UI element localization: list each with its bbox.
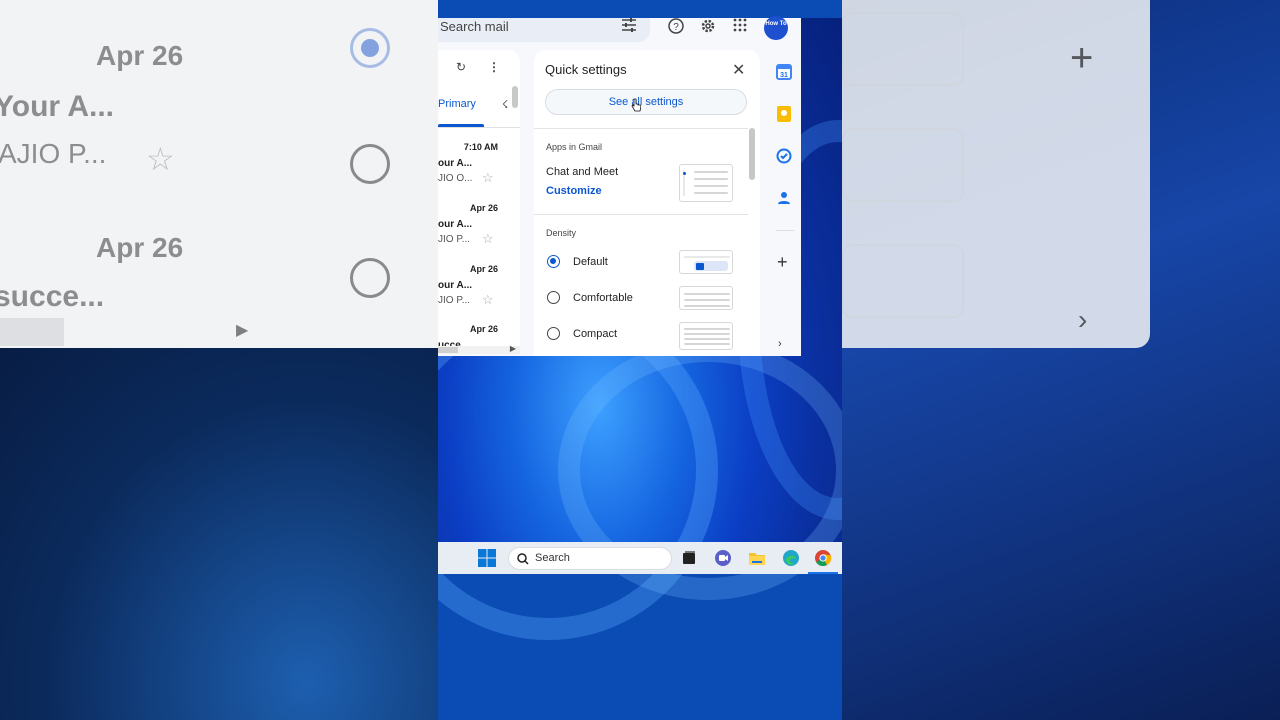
- mail-date: Apr 26: [469, 264, 498, 274]
- taskbar-search-label: Search: [535, 552, 570, 564]
- svg-text:?: ?: [673, 22, 679, 33]
- blurred-radio-icon: [350, 258, 390, 298]
- file-explorer-icon[interactable]: [748, 549, 766, 567]
- density-comfortable-radio[interactable]: [547, 291, 560, 304]
- mail-row[interactable]: 7:10 AM our A... JIO O... ☆: [438, 142, 508, 202]
- mail-list: ↻ ⋮ Primary ☇ 7:10 AM our A... JIO O... …: [438, 50, 520, 354]
- star-icon[interactable]: ☆: [482, 170, 494, 186]
- density-default-radio[interactable]: [547, 255, 560, 268]
- filter-icon[interactable]: [619, 18, 639, 36]
- calendar-icon[interactable]: 31: [774, 62, 794, 82]
- blurred-scrollbar: [0, 318, 64, 346]
- tasks-icon[interactable]: [774, 146, 794, 166]
- mail-snippet: JIO P...: [438, 234, 471, 245]
- search-input[interactable]: Search mail: [440, 19, 509, 34]
- mail-date: 7:10 AM: [463, 142, 498, 152]
- chat-meet-preview: [679, 164, 733, 202]
- mail-sender: our A...: [438, 158, 473, 169]
- blurred-sender: succe...: [0, 280, 105, 313]
- chat-meet-label: Chat and Meet: [546, 166, 619, 178]
- blurred-radio-icon: [350, 28, 390, 68]
- close-icon[interactable]: ✕: [732, 60, 745, 80]
- blurred-sender: Your A...: [0, 90, 114, 123]
- apps-grid-icon[interactable]: [730, 18, 750, 36]
- search-icon: [517, 553, 529, 565]
- chrome-icon[interactable]: [814, 549, 832, 567]
- blurred-thumbnail: [842, 128, 964, 202]
- plus-icon[interactable]: +: [777, 252, 788, 273]
- tab-primary[interactable]: Primary: [438, 98, 476, 110]
- blurred-background-right: + ›: [842, 0, 1280, 720]
- mail-row[interactable]: Apr 26 our A... JIO P... ☆: [438, 203, 508, 263]
- density-compact-radio[interactable]: [547, 327, 560, 340]
- blurred-thumbnail: [842, 244, 964, 318]
- density-label: Density: [546, 228, 577, 238]
- divider: [534, 128, 748, 129]
- chevron-right-icon[interactable]: ›: [778, 338, 782, 350]
- blurred-arrow-icon: ▶: [236, 322, 249, 339]
- mail-sender: our A...: [438, 280, 473, 291]
- mail-sender: our A...: [438, 219, 473, 230]
- mail-row[interactable]: Apr 26 our A... JIO P... ☆: [438, 264, 508, 324]
- task-view-icon[interactable]: [680, 549, 698, 567]
- blurred-plus-icon: +: [1070, 36, 1094, 80]
- blurred-date: Apr 26: [96, 40, 184, 71]
- star-icon[interactable]: ☆: [482, 292, 494, 308]
- scroll-right-icon[interactable]: ▶: [510, 344, 516, 353]
- mail-date: Apr 26: [469, 324, 498, 334]
- blurred-star-icon: ☆: [146, 141, 175, 177]
- mail-list-scrollbar[interactable]: [512, 86, 518, 108]
- phone-screen: Search mail ? How To ↻ ⋮ Primary ☇ 7:10 …: [438, 0, 842, 720]
- mail-snippet: JIO P...: [438, 295, 471, 306]
- windows-start-icon[interactable]: [478, 549, 496, 567]
- quick-settings-scrollbar[interactable]: [749, 128, 755, 180]
- svg-text:31: 31: [780, 72, 788, 79]
- density-default-preview: [679, 250, 733, 274]
- contacts-icon[interactable]: [774, 188, 794, 208]
- density-comfortable-label[interactable]: Comfortable: [573, 292, 633, 304]
- quick-settings-panel: Quick settings ✕ See all settings Apps i…: [534, 50, 760, 356]
- blurred-chevron-icon: ›: [1078, 304, 1088, 335]
- top-bar: [438, 0, 842, 18]
- refresh-icon[interactable]: ↻: [456, 60, 466, 74]
- gmail-window: Search mail ? How To ↻ ⋮ Primary ☇ 7:10 …: [438, 16, 801, 356]
- divider: [534, 214, 748, 215]
- mail-date: Apr 26: [469, 203, 498, 213]
- quick-settings-title: Quick settings: [545, 62, 627, 77]
- blurred-thumbnail: [842, 12, 964, 86]
- taskbar-search[interactable]: Search: [508, 547, 672, 570]
- density-comfortable-preview: [679, 286, 733, 310]
- keep-icon[interactable]: [774, 104, 794, 124]
- avatar[interactable]: How To: [764, 16, 788, 40]
- star-icon[interactable]: ☆: [482, 231, 494, 247]
- teams-icon[interactable]: [714, 549, 732, 567]
- divider: [438, 127, 520, 128]
- promotions-tab-icon[interactable]: ☇: [502, 98, 508, 111]
- blurred-snippet: AJIO P...: [0, 138, 107, 169]
- divider: [776, 230, 794, 231]
- blurred-background-left: Apr 26 Your A... AJIO P... ☆ Apr 26 succ…: [0, 0, 438, 720]
- hand-cursor-icon: [631, 98, 641, 112]
- see-all-settings-button[interactable]: See all settings: [545, 89, 747, 115]
- density-compact-label[interactable]: Compact: [573, 328, 617, 340]
- horizontal-scrollbar[interactable]: ▶: [438, 344, 520, 354]
- blurred-radio-icon: [350, 144, 390, 184]
- more-options-icon[interactable]: ⋮: [488, 60, 500, 74]
- help-icon[interactable]: ?: [666, 18, 686, 36]
- apps-section-label: Apps in Gmail: [546, 142, 603, 152]
- active-app-indicator: [808, 572, 838, 574]
- mail-snippet: JIO O...: [438, 173, 473, 184]
- density-default-label[interactable]: Default: [573, 256, 608, 268]
- taskbar: Search: [438, 542, 842, 574]
- gear-icon[interactable]: [698, 18, 718, 36]
- customize-link[interactable]: Customize: [546, 185, 602, 197]
- edge-icon[interactable]: [782, 549, 800, 567]
- video-frame: Apr 26 Your A... AJIO P... ☆ Apr 26 succ…: [0, 0, 1280, 720]
- blurred-date: Apr 26: [96, 232, 184, 263]
- side-panel-rail: 31 + ›: [768, 50, 801, 356]
- density-compact-preview: [679, 322, 733, 350]
